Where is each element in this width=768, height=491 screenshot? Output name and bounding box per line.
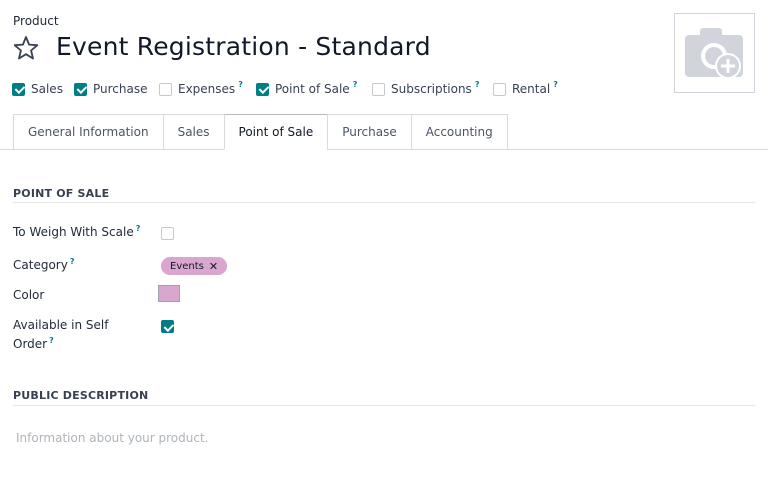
- help-icon[interactable]: ?: [475, 80, 480, 89]
- self-order-checkbox[interactable]: [161, 320, 174, 333]
- to-weigh-label-text: To Weigh With Scale: [13, 225, 134, 239]
- option-subscriptions[interactable]: Subscriptions ?: [372, 80, 479, 98]
- option-sales[interactable]: Sales: [12, 80, 63, 98]
- product-image-upload[interactable]: [674, 13, 755, 93]
- tab-purchase[interactable]: Purchase: [327, 114, 411, 150]
- help-icon[interactable]: ?: [238, 80, 243, 89]
- help-icon[interactable]: ?: [136, 224, 141, 233]
- category-label: Category?: [13, 256, 74, 276]
- subscriptions-checkbox[interactable]: [372, 82, 385, 96]
- notebook-tabs: General Information Sales Point of Sale …: [13, 114, 508, 150]
- public-description-editor[interactable]: Information about your product.: [16, 431, 208, 445]
- camera-plus-icon: [685, 28, 743, 79]
- option-label: Subscriptions: [391, 82, 472, 96]
- purchase-checkbox[interactable]: [74, 82, 87, 96]
- self-order-label: Available in Self Order?: [13, 316, 108, 355]
- breadcrumb-label: Product: [13, 14, 59, 28]
- expenses-checkbox[interactable]: [159, 82, 172, 96]
- rental-checkbox[interactable]: [493, 82, 506, 96]
- option-expenses[interactable]: Expenses ?: [159, 80, 243, 98]
- category-tag[interactable]: Events ✕: [161, 257, 228, 275]
- product-title[interactable]: Event Registration - Standard: [56, 32, 431, 61]
- tab-sales[interactable]: Sales: [162, 114, 224, 150]
- option-point-of-sale[interactable]: Point of Sale ?: [256, 80, 357, 98]
- to-weigh-checkbox[interactable]: [161, 227, 174, 240]
- help-icon[interactable]: ?: [353, 80, 358, 89]
- category-tag-label: Events: [170, 260, 204, 272]
- help-icon[interactable]: ?: [553, 80, 558, 89]
- option-label: Rental: [512, 82, 551, 96]
- point-of-sale-heading: POINT OF SALE: [13, 187, 110, 200]
- tab-point-of-sale[interactable]: Point of Sale: [223, 114, 328, 150]
- self-order-label-line2: Order: [13, 337, 48, 351]
- help-icon[interactable]: ?: [49, 336, 54, 345]
- remove-tag-icon[interactable]: ✕: [209, 260, 218, 273]
- section-divider: [13, 202, 755, 203]
- option-label: Sales: [31, 82, 63, 96]
- option-label: Purchase: [93, 82, 148, 96]
- self-order-label-line1: Available in Self: [13, 318, 109, 332]
- help-icon[interactable]: ?: [70, 257, 75, 266]
- option-label: Point of Sale: [275, 82, 350, 96]
- tab-general-information[interactable]: General Information: [13, 114, 163, 150]
- color-label: Color: [13, 288, 45, 302]
- option-rental[interactable]: Rental ?: [493, 80, 558, 98]
- to-weigh-label: To Weigh With Scale?: [13, 223, 140, 243]
- point-of-sale-checkbox[interactable]: [256, 82, 269, 96]
- tab-accounting[interactable]: Accounting: [410, 114, 508, 150]
- section-divider: [13, 405, 755, 406]
- option-label: Expenses: [178, 82, 236, 96]
- option-purchase[interactable]: Purchase: [74, 80, 148, 98]
- category-label-text: Category: [13, 258, 68, 272]
- color-swatch[interactable]: [158, 285, 180, 302]
- sales-checkbox[interactable]: [12, 82, 25, 96]
- star-outline-icon[interactable]: [12, 34, 40, 62]
- public-description-heading: PUBLIC DESCRIPTION: [13, 389, 149, 402]
